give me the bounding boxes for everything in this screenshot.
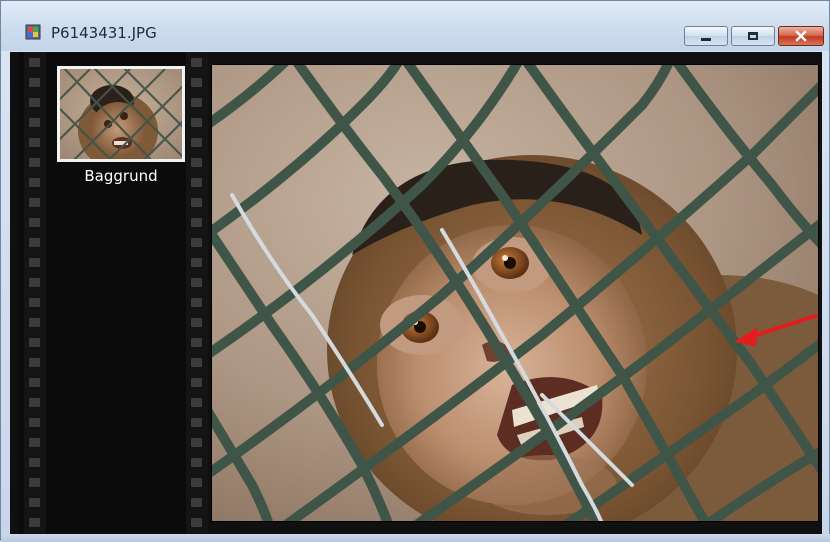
film-perforation <box>191 218 202 227</box>
close-icon <box>795 30 807 42</box>
film-perforation <box>29 238 40 247</box>
film-perforation <box>191 198 202 207</box>
film-perforation <box>29 78 40 87</box>
film-perforation <box>191 358 202 367</box>
film-perforation <box>29 198 40 207</box>
photo-monkey-behind-fence <box>212 65 818 521</box>
film-perforation <box>29 158 40 167</box>
close-button[interactable] <box>778 26 824 46</box>
image-window: P6143431.JPG Baggrund <box>0 0 830 542</box>
image-canvas[interactable] <box>212 65 818 521</box>
film-perforation <box>191 398 202 407</box>
film-perforation <box>191 118 202 127</box>
film-perforation <box>29 318 40 327</box>
film-perforation <box>191 138 202 147</box>
film-perforations-left <box>24 52 46 534</box>
film-perforation <box>191 278 202 287</box>
film-perforation <box>191 298 202 307</box>
film-perforation <box>29 218 40 227</box>
film-perforation <box>191 98 202 107</box>
film-perforation <box>191 78 202 87</box>
film-perforation <box>191 378 202 387</box>
film-perforation <box>191 518 202 527</box>
film-perforation <box>191 438 202 447</box>
film-perforation <box>29 338 40 347</box>
film-perforations-right <box>186 52 208 534</box>
film-perforation <box>29 58 40 67</box>
film-perforation <box>29 178 40 187</box>
film-perforation <box>29 298 40 307</box>
film-perforation <box>191 498 202 507</box>
film-perforation <box>191 58 202 67</box>
minimize-icon <box>701 37 711 41</box>
layer-thumbnail[interactable] <box>57 66 185 162</box>
film-perforation <box>29 278 40 287</box>
film-perforation <box>29 438 40 447</box>
film-perforation <box>29 418 40 427</box>
film-perforation <box>191 338 202 347</box>
film-perforation <box>29 378 40 387</box>
editor-client-area: Baggrund <box>10 52 822 534</box>
layer-thumbnail-image <box>60 69 182 159</box>
film-perforation <box>191 158 202 167</box>
image-file-icon <box>25 24 41 40</box>
film-perforation <box>191 418 202 427</box>
film-perforation <box>29 458 40 467</box>
film-perforation <box>191 478 202 487</box>
minimize-button[interactable] <box>684 26 728 46</box>
film-perforation <box>191 458 202 467</box>
film-perforation <box>191 238 202 247</box>
maximize-button[interactable] <box>731 26 775 46</box>
film-perforation <box>191 318 202 327</box>
film-perforation <box>29 498 40 507</box>
window-title: P6143431.JPG <box>51 24 157 42</box>
film-perforation <box>29 358 40 367</box>
film-perforation <box>29 518 40 527</box>
film-perforation <box>29 478 40 487</box>
layer-name-label: Baggrund <box>84 167 158 185</box>
title-bar[interactable]: P6143431.JPG <box>1 1 829 51</box>
film-perforation <box>29 118 40 127</box>
film-perforation <box>29 258 40 267</box>
film-perforation <box>29 398 40 407</box>
film-perforation <box>191 258 202 267</box>
film-perforation <box>29 98 40 107</box>
maximize-icon <box>748 32 758 40</box>
layers-filmstrip: Baggrund <box>18 52 208 534</box>
film-perforation <box>29 138 40 147</box>
